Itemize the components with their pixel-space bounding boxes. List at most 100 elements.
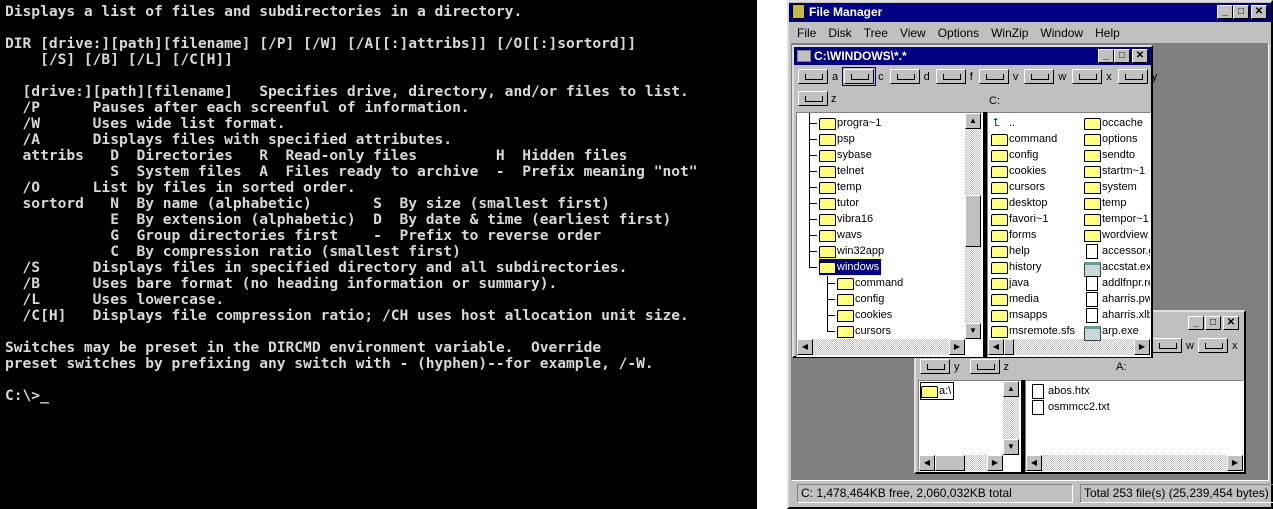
- scroll-right-button[interactable]: ▶: [1134, 339, 1150, 355]
- menu-tree[interactable]: Tree: [858, 24, 894, 42]
- file-item[interactable]: accstat.exe: [1084, 259, 1150, 277]
- drive-f-button[interactable]: f: [935, 69, 973, 84]
- scroll-down-button[interactable]: ▼: [1003, 439, 1019, 455]
- scroll-thumb[interactable]: [965, 195, 981, 247]
- file-item[interactable]: addlfnpr.reg: [1084, 275, 1150, 291]
- scroll-left-button[interactable]: ◀: [988, 339, 1004, 355]
- file-item[interactable]: options: [1084, 131, 1137, 147]
- drive-w-button[interactable]: w: [1152, 338, 1194, 353]
- file-item[interactable]: startm~1: [1084, 163, 1145, 179]
- tree-item-psp[interactable]: psp: [819, 131, 855, 147]
- tree-item-config[interactable]: config: [837, 291, 884, 307]
- drive-d-button[interactable]: d: [889, 69, 930, 84]
- scroll-right-button[interactable]: ▶: [1227, 455, 1243, 471]
- menu-file[interactable]: File: [791, 24, 822, 42]
- drive-x-button[interactable]: x: [1072, 69, 1112, 84]
- file-item[interactable]: command: [991, 131, 1057, 147]
- tree-item-command[interactable]: command: [837, 275, 903, 291]
- drive-z-button[interactable]: z: [969, 359, 1009, 374]
- menu-winzip[interactable]: WinZip: [985, 24, 1034, 42]
- scroll-thumb[interactable]: [935, 455, 965, 471]
- vertical-scrollbar[interactable]: ▲ ▼: [965, 113, 981, 339]
- drive-x-button[interactable]: x: [1197, 338, 1237, 353]
- file-item[interactable]: forms: [991, 227, 1037, 243]
- a-close-button[interactable]: ✕: [1223, 316, 1239, 330]
- scroll-up-button[interactable]: ▲: [965, 113, 981, 129]
- tree-item-temp[interactable]: temp: [819, 179, 861, 195]
- file-item[interactable]: cursors: [991, 179, 1045, 195]
- horizontal-scrollbar[interactable]: ◀ ▶: [797, 339, 965, 355]
- c-close-button[interactable]: ✕: [1132, 49, 1148, 63]
- file-item[interactable]: system: [1084, 179, 1137, 195]
- tree-item[interactable]: a:\: [919, 382, 955, 400]
- directory-window-icon[interactable]: [797, 50, 811, 62]
- file-item[interactable]: msremote.sfs: [991, 323, 1075, 339]
- tree-item-telnet[interactable]: telnet: [819, 163, 864, 179]
- a-minimize-button[interactable]: _: [1188, 316, 1204, 330]
- horizontal-scrollbar[interactable]: ◀ ▶: [988, 339, 1150, 355]
- file-item[interactable]: aharris.pwl: [1084, 291, 1150, 307]
- menu-view[interactable]: View: [894, 24, 932, 42]
- drive-w-button[interactable]: w: [1024, 69, 1066, 84]
- file-manager-icon[interactable]: [792, 4, 805, 19]
- menu-disk[interactable]: Disk: [822, 24, 857, 42]
- file-item[interactable]: aharris.xlb: [1084, 307, 1150, 323]
- tree-item-progra~1[interactable]: progra~1: [819, 115, 881, 131]
- tree-item-vibra16[interactable]: vibra16: [819, 211, 873, 227]
- file-item[interactable]: ..: [991, 115, 1015, 131]
- file-item[interactable]: media: [991, 291, 1039, 307]
- tree-item-win32app[interactable]: win32app: [819, 243, 884, 259]
- drive-y-button[interactable]: y: [920, 359, 960, 374]
- scroll-thumb[interactable]: [1004, 339, 1014, 355]
- file-list-pane[interactable]: ◀▶ ..commandconfigcookiescursorsdesktopf…: [987, 112, 1151, 357]
- file-item[interactable]: favori~1: [991, 211, 1048, 227]
- directory-tree-pane[interactable]: a:\ ▲ ▼ ◀ ▶: [918, 380, 1021, 472]
- file-item[interactable]: occache: [1084, 115, 1143, 131]
- file-item[interactable]: abos.htx: [1030, 383, 1090, 399]
- file-item[interactable]: wordview: [1084, 227, 1148, 243]
- scroll-left-button[interactable]: ◀: [1026, 455, 1042, 471]
- horizontal-scrollbar[interactable]: ◀ ▶: [1026, 455, 1243, 471]
- command-prompt-window[interactable]: Displays a list of files and subdirector…: [0, 0, 757, 509]
- file-item[interactable]: arp.exe: [1084, 323, 1139, 341]
- tree-item-wavs[interactable]: wavs: [819, 227, 862, 243]
- directory-tree-pane[interactable]: ▲ ▼ ◀ ▶ progra~1 psp sybase telnet temp tutor vi…: [796, 112, 983, 357]
- scroll-up-button[interactable]: ▲: [1003, 381, 1019, 397]
- drive-y-button[interactable]: y: [1117, 69, 1157, 84]
- title-bar[interactable]: File Manager: [789, 3, 1271, 22]
- scroll-right-button[interactable]: ▶: [949, 339, 965, 355]
- file-item[interactable]: msapps: [991, 307, 1048, 323]
- file-item[interactable]: accessor.g: [1084, 243, 1150, 259]
- file-item[interactable]: temp: [1084, 195, 1126, 211]
- file-item[interactable]: cookies: [991, 163, 1046, 179]
- drive-c-button[interactable]: c: [842, 67, 884, 86]
- file-item[interactable]: config: [991, 147, 1038, 163]
- maximize-button[interactable]: □: [1233, 5, 1249, 19]
- scroll-right-button[interactable]: ▶: [987, 455, 1003, 471]
- file-item[interactable]: sendto: [1084, 147, 1135, 163]
- drive-z-button[interactable]: z: [798, 91, 837, 106]
- file-item[interactable]: desktop: [991, 195, 1048, 211]
- scroll-down-button[interactable]: ▼: [965, 323, 981, 339]
- file-item[interactable]: tempor~1: [1084, 211, 1149, 227]
- drive-v-button[interactable]: v: [978, 69, 1018, 84]
- tree-item-sybase[interactable]: sybase: [819, 147, 872, 163]
- drive-a-button[interactable]: a: [798, 69, 838, 84]
- file-item[interactable]: help: [991, 243, 1030, 259]
- c-maximize-button[interactable]: □: [1114, 49, 1130, 63]
- file-item[interactable]: osmmcc2.txt: [1030, 399, 1110, 415]
- a-maximize-button[interactable]: □: [1205, 316, 1221, 330]
- horizontal-scrollbar[interactable]: ◀ ▶: [919, 455, 1003, 471]
- tree-item-cursors[interactable]: cursors: [837, 323, 891, 339]
- c-minimize-button[interactable]: _: [1098, 49, 1114, 63]
- minimize-button[interactable]: _: [1217, 5, 1233, 19]
- menu-options[interactable]: Options: [932, 24, 985, 42]
- menu-window[interactable]: Window: [1034, 24, 1089, 42]
- scroll-left-button[interactable]: ◀: [919, 455, 935, 471]
- tree-item-tutor[interactable]: tutor: [819, 195, 859, 211]
- close-button[interactable]: ✕: [1251, 5, 1267, 19]
- tree-item-windows[interactable]: windows: [817, 258, 883, 276]
- file-item[interactable]: history: [991, 259, 1041, 275]
- menu-help[interactable]: Help: [1089, 24, 1126, 42]
- scroll-left-button[interactable]: ◀: [797, 339, 813, 355]
